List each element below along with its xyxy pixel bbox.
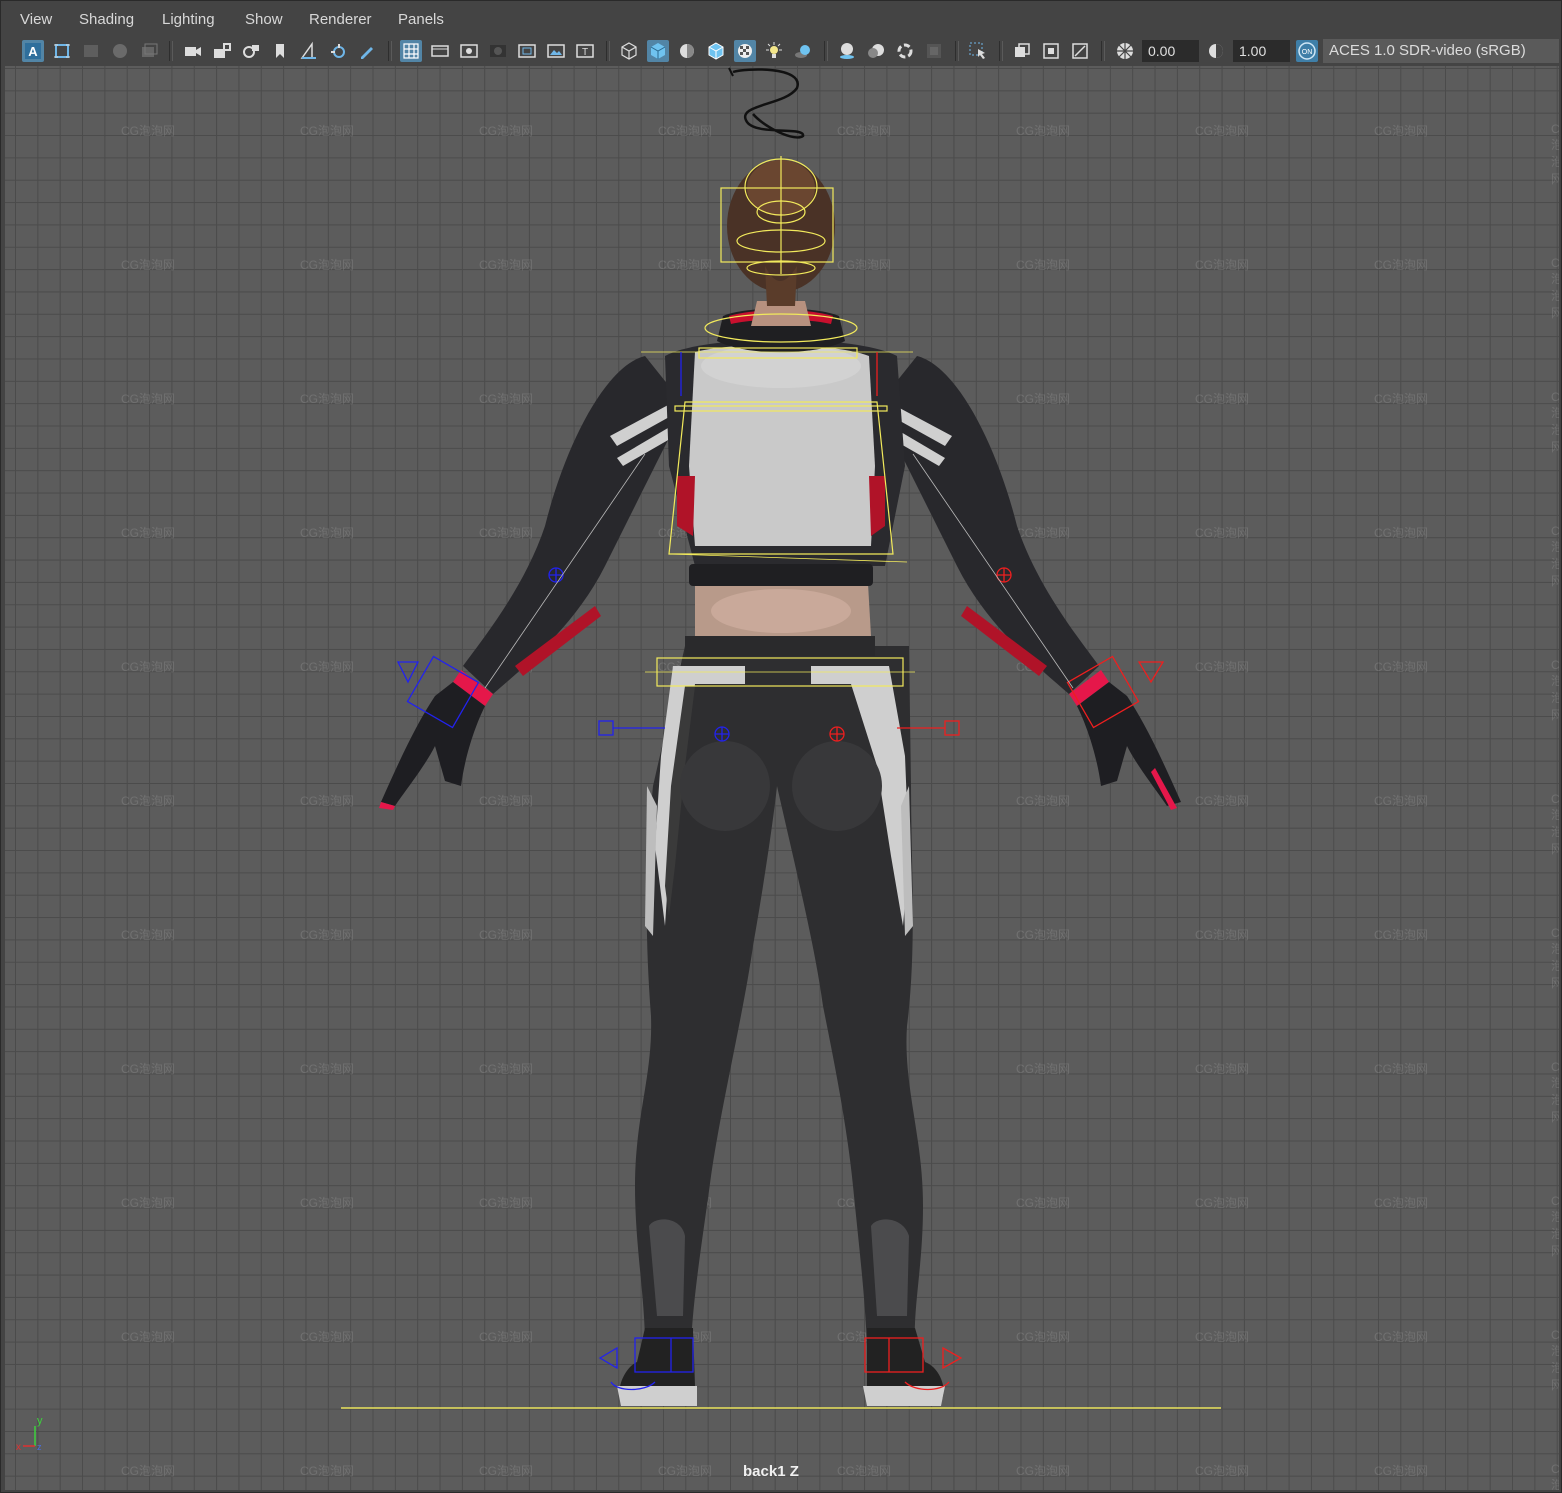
scene-render bbox=[341, 67, 1221, 1409]
menu-show[interactable]: Show bbox=[245, 11, 283, 28]
viewport-3d[interactable]: CG泡泡网 CG泡泡网 CG泡泡网 CG泡泡网 CG泡泡网 CG泡泡网 CG泡泡网 CG泡泡网… bbox=[5, 66, 1559, 1490]
view-axis-gizmo: y x z bbox=[16, 1415, 43, 1452]
resolution-gate-icon[interactable] bbox=[458, 40, 480, 62]
character-legs bbox=[635, 636, 923, 1346]
leg-pole-right bbox=[944, 720, 960, 736]
wrist-ik-left bbox=[396, 661, 420, 684]
bookmarks-icon[interactable] bbox=[80, 40, 102, 62]
safe-action-icon[interactable] bbox=[545, 40, 567, 62]
character-shoes bbox=[617, 1328, 945, 1406]
wrist-ik-right bbox=[1137, 661, 1165, 684]
exposure-icon[interactable] bbox=[1114, 40, 1136, 62]
select-camera-icon[interactable]: A bbox=[22, 40, 44, 62]
isolate-select-icon[interactable] bbox=[967, 40, 989, 62]
menu-shading[interactable]: Shading bbox=[79, 11, 134, 28]
axis-z-label: z bbox=[37, 1442, 42, 1452]
axis-x-label: x bbox=[16, 1442, 21, 1452]
menu-panels[interactable]: Panels bbox=[398, 11, 444, 28]
axis-y-label: y bbox=[37, 1415, 43, 1427]
menu-view[interactable]: View bbox=[20, 11, 52, 28]
xray-icon[interactable] bbox=[734, 40, 756, 62]
exposure-field[interactable]: 0.00 bbox=[1142, 40, 1199, 62]
image-plane-icon-2[interactable] bbox=[298, 40, 320, 62]
hair-control-curve bbox=[732, 68, 805, 139]
shadows-icon[interactable] bbox=[792, 40, 814, 62]
gamma-field[interactable]: 1.00 bbox=[1233, 40, 1290, 62]
foot-ik-right bbox=[942, 1346, 963, 1370]
color-management-icon[interactable]: ON bbox=[1296, 40, 1318, 62]
field-chart-icon[interactable] bbox=[516, 40, 538, 62]
smooth-shade-icon[interactable] bbox=[647, 40, 669, 62]
safe-title-icon[interactable]: T bbox=[574, 40, 596, 62]
foot-ik-left bbox=[598, 1346, 618, 1370]
menu-renderer[interactable]: Renderer bbox=[309, 11, 372, 28]
gamma-icon[interactable] bbox=[1205, 40, 1227, 62]
wireframe-on-shaded-icon[interactable] bbox=[705, 40, 727, 62]
default-material-icon[interactable] bbox=[676, 40, 698, 62]
leg-pole-left bbox=[598, 720, 614, 736]
color-management-badge: ON bbox=[1302, 49, 1313, 56]
lock-camera-icon[interactable] bbox=[211, 40, 233, 62]
xray-active-icon[interactable] bbox=[1040, 40, 1062, 62]
camera-settings-icon[interactable] bbox=[240, 40, 262, 62]
panel-menubar: View Shading Lighting Show Renderer Pane… bbox=[1, 1, 1561, 37]
grid-icon[interactable] bbox=[400, 40, 422, 62]
depth-of-field-icon[interactable] bbox=[923, 40, 945, 62]
svg-text:A: A bbox=[28, 44, 38, 59]
gate-mask-icon[interactable] bbox=[487, 40, 509, 62]
ambient-occlusion-icon[interactable] bbox=[836, 40, 858, 62]
grease-pencil-icon[interactable] bbox=[356, 40, 378, 62]
use-all-lights-icon[interactable] bbox=[763, 40, 785, 62]
2d-pan-zoom-icon[interactable] bbox=[138, 40, 160, 62]
motion-blur-icon[interactable] bbox=[865, 40, 887, 62]
character-jacket bbox=[665, 308, 905, 586]
maya-panel: View Shading Lighting Show Renderer Pane… bbox=[0, 0, 1562, 1493]
backface-culling-icon[interactable] bbox=[1069, 40, 1091, 62]
xray-joints-icon[interactable] bbox=[1011, 40, 1033, 62]
camera-name-label: back1 Z bbox=[743, 1463, 799, 1480]
bookmark-icon[interactable] bbox=[269, 40, 291, 62]
anti-aliasing-icon[interactable] bbox=[894, 40, 916, 62]
camera-attributes-icon[interactable] bbox=[51, 40, 73, 62]
color-space-dropdown[interactable]: ACES 1.0 SDR-video (sRGB) bbox=[1323, 39, 1559, 63]
menu-lighting[interactable]: Lighting bbox=[162, 11, 215, 28]
camera-icon[interactable] bbox=[182, 40, 204, 62]
panel-toolbar: A T 0.00 1.00 ON ACES 1.0 SDR-video (sRG… bbox=[1, 37, 1561, 66]
film-gate-icon[interactable] bbox=[429, 40, 451, 62]
wireframe-icon[interactable] bbox=[618, 40, 640, 62]
svg-text:T: T bbox=[582, 47, 588, 58]
2d-pan-icon[interactable] bbox=[327, 40, 349, 62]
image-plane-icon[interactable] bbox=[109, 40, 131, 62]
